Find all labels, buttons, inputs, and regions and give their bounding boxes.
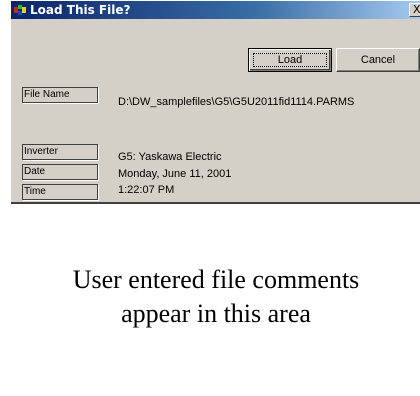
file-comments-text: User entered file comments appear in thi… — [72, 264, 360, 328]
title-bar[interactable]: Load This File? X — [11, 1, 420, 19]
cancel-button-label: Cancel — [360, 54, 396, 66]
date-value: Monday, June 11, 2001 — [118, 168, 232, 180]
file-name-label: File Name — [22, 87, 98, 103]
dialog-title: Load This File? — [30, 3, 131, 17]
cancel-button[interactable]: Cancel — [336, 48, 420, 72]
time-label: Time — [22, 184, 98, 200]
file-name-value: D:\DW_samplefiles\G5\G5U2011fid1114.PARM… — [118, 96, 355, 108]
time-value: 1:22:07 PM — [118, 184, 175, 196]
file-comments-area[interactable]: User entered file comments appear in thi… — [11, 202, 420, 396]
inverter-value: G5: Yaskawa Electric — [118, 151, 222, 163]
date-label: Date — [22, 164, 98, 180]
load-button[interactable]: Load — [248, 48, 332, 72]
app-icon — [14, 5, 26, 15]
load-file-dialog: Load This File? X Load Cancel File Name … — [10, 0, 420, 396]
focus-rectangle — [253, 53, 327, 67]
close-button[interactable]: X — [409, 3, 420, 17]
inverter-label: Inverter — [22, 144, 98, 160]
